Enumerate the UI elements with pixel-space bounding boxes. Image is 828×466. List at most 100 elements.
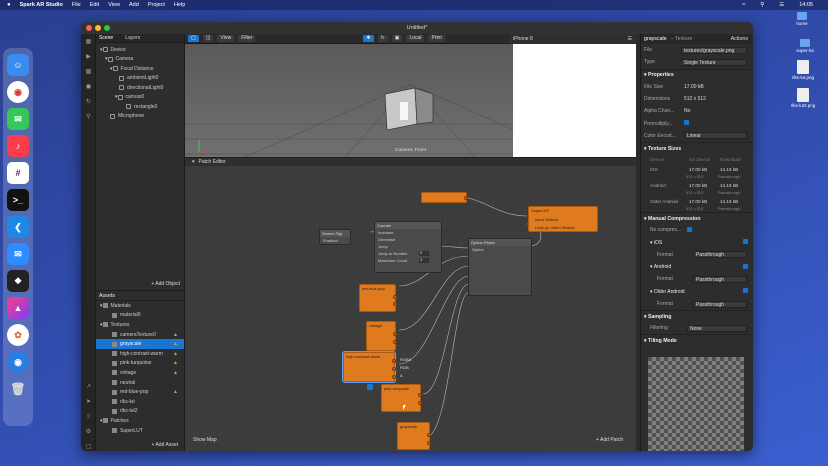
layout-split-icon[interactable]: ◫ [202, 35, 214, 42]
color-encoding-dropdown[interactable]: Linear [684, 132, 747, 140]
move-tool-icon[interactable]: ✥ [363, 35, 374, 42]
view-dropdown[interactable]: View [217, 35, 235, 42]
photos-icon[interactable]: ✿ [7, 324, 29, 346]
filtering-dropdown[interactable]: None [687, 324, 747, 332]
add-asset-button[interactable]: + Add Asset [151, 442, 178, 448]
add-object-button[interactable]: + Add Object [151, 281, 180, 287]
tweetbot-icon[interactable]: ◉ [7, 351, 29, 373]
port-increase[interactable]: Increase [375, 229, 441, 236]
asset-item[interactable]: material0 [96, 311, 184, 321]
output-port[interactable] [393, 340, 397, 344]
menu-add[interactable]: Add [129, 2, 139, 8]
patch-node-vintage[interactable]: vintage [366, 321, 397, 351]
output-port[interactable] [392, 375, 396, 379]
chrome-icon[interactable]: ◉ [7, 81, 29, 103]
scale-tool-icon[interactable]: ▣ [391, 35, 403, 42]
show-map-button[interactable]: Show Map [193, 437, 217, 443]
asset-item-grayscale[interactable]: grayscale ▲ [96, 339, 184, 349]
minimize-window-button[interactable] [95, 25, 101, 31]
figma-icon[interactable]: ❖ [7, 270, 29, 292]
control-center-icon[interactable]: ☰ [779, 2, 784, 8]
output-port[interactable] [427, 433, 431, 437]
tree-item-device[interactable]: ▾ Device [96, 45, 184, 55]
asset-group-textures[interactable]: ▾ Textures [96, 320, 184, 330]
tab-scene[interactable]: Scene [99, 35, 113, 41]
music-icon[interactable]: ♪ [7, 135, 29, 157]
asset-item[interactable]: rlks-lut [96, 397, 184, 407]
terminal-icon[interactable]: >_ [7, 189, 29, 211]
camera-gizmo[interactable] [384, 87, 434, 131]
app-menu[interactable]: Spark AR Studio [20, 2, 63, 8]
asset-item[interactable]: pink-turquoise ▲ [96, 359, 184, 369]
close-window-button[interactable] [86, 25, 92, 31]
tiling-mode-section[interactable]: ▾ Tiling Mode [641, 334, 752, 346]
jump-to-number-value[interactable]: 0 [419, 251, 429, 256]
manual-compression-section[interactable]: ▾ Manual Compression [641, 212, 752, 224]
sampling-section[interactable]: ▾ Sampling [641, 310, 752, 322]
tree-item-directional-light[interactable]: directionalLight0 [96, 83, 184, 93]
output-port[interactable] [418, 393, 422, 397]
menu-view[interactable]: View [108, 2, 120, 8]
port-enabled[interactable]: Enabled [320, 237, 350, 244]
patch-node-screen-tap[interactable]: Screen Tap Enabled [319, 229, 351, 245]
send-icon[interactable]: ➤ [81, 394, 96, 409]
export-icon[interactable]: ↗ [81, 379, 96, 394]
tree-item-microphone[interactable]: Microphone [96, 112, 184, 122]
spark-ar-icon[interactable]: ▲ [7, 297, 29, 319]
port-lookup-video-texture[interactable]: Look-up Video Texture [535, 225, 575, 230]
zoom-window-button[interactable] [104, 25, 110, 31]
patch-editor-canvas[interactable]: Screen Tap Enabled Counter Increase Decr… [185, 166, 636, 451]
asset-item[interactable]: high-contrast-warm ▲ [96, 349, 184, 359]
output-port[interactable] [464, 196, 468, 200]
output-port[interactable] [427, 441, 431, 445]
android-format-dropdown[interactable]: Passthrough [693, 275, 747, 283]
port-decrease[interactable]: Decrease [375, 236, 441, 243]
port-jump-to-number[interactable]: Jump to Number 0 [375, 250, 441, 257]
patch-node-texture[interactable] [421, 192, 468, 203]
asset-item[interactable]: rlks-lut2 [96, 407, 184, 417]
maximum-count-value[interactable]: 3 [419, 258, 429, 263]
patch-node-high-contrast-warm[interactable]: high-contrast-warm RGBA RGB A [342, 351, 411, 383]
layout-single-icon[interactable]: ▢ [188, 35, 199, 42]
trash-icon[interactable]: 🗑 [7, 378, 29, 400]
patch-node-red-blue-pop[interactable]: red-blue-pop [359, 284, 397, 312]
asset-item[interactable]: SuperLUT [96, 426, 184, 436]
no-compression-checkbox[interactable] [687, 226, 692, 234]
mail-icon[interactable]: ✉ [7, 243, 29, 265]
patch-node-superlut[interactable]: SuperLUT Input Texture Look-up Video Tex… [528, 206, 598, 232]
ios-format-dropdown[interactable]: Passthrough [693, 251, 747, 259]
device-dropdown[interactable]: iPhone 8 [513, 36, 533, 42]
port-maximum-count[interactable]: Maximum Count 3 [375, 257, 441, 264]
asset-item[interactable]: neutral [96, 378, 184, 388]
patch-node-pink-turquoise[interactable]: pink-turquoise [381, 384, 422, 412]
layout-icon[interactable]: ▦ [81, 34, 96, 49]
print-toggle[interactable]: Print [428, 35, 445, 42]
port-option[interactable]: Option [469, 246, 531, 253]
rotate-tool-icon[interactable]: ↻ [377, 35, 388, 42]
menu-help[interactable]: Help [174, 2, 185, 8]
clock[interactable]: 14:05 [799, 2, 813, 8]
tab-layers[interactable]: Layers [125, 35, 140, 41]
vscode-icon[interactable]: ❮ [7, 216, 29, 238]
older-android-format-dropdown[interactable]: Passthrough [693, 300, 747, 308]
output-port[interactable] [392, 367, 396, 371]
output-port[interactable] [393, 295, 397, 299]
asset-item[interactable]: red-blue-pop ▲ [96, 387, 184, 397]
desktop-item-home[interactable]: home [787, 12, 817, 26]
port-input-texture[interactable]: Input Texture [535, 217, 558, 222]
desktop-item-rlks-lut[interactable]: rlks-lut.png [788, 60, 818, 80]
asset-item[interactable]: vintage ▲ [96, 368, 184, 378]
menu-project[interactable]: Project [148, 2, 165, 8]
patch-node-option-picker[interactable]: Option Picker Option [468, 238, 532, 296]
tree-item-rectangle[interactable]: rectangle0 [96, 102, 184, 112]
ios-checkbox[interactable] [743, 239, 748, 246]
search-icon[interactable]: ⚲ [81, 109, 96, 124]
menu-file[interactable]: File [72, 2, 81, 8]
cube-icon[interactable]: ◼ [81, 79, 96, 94]
port-jump[interactable]: Jump [375, 243, 441, 250]
actions-button[interactable]: Actions [731, 36, 748, 42]
grid-icon[interactable]: ▩ [81, 64, 96, 79]
wifi-icon[interactable]: ≈ [742, 2, 745, 8]
settings-icon[interactable]: ⚙ [81, 424, 96, 439]
patch-node-counter[interactable]: Counter Increase Decrease Jump Jump to N… [374, 221, 442, 273]
